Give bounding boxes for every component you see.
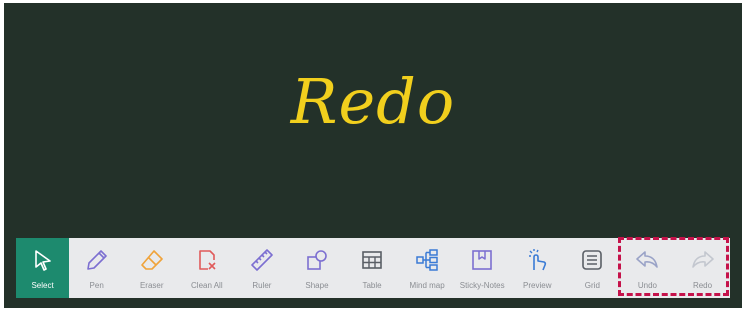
eraser-icon: [140, 250, 163, 270]
tool-label: Redo: [692, 281, 713, 290]
canvas-title: Redo: [290, 65, 456, 138]
tool-label: Mind map: [409, 281, 445, 290]
preview-tool-button[interactable]: Preview: [510, 238, 565, 298]
tool-label: Table: [362, 281, 382, 290]
eraser-tool-button[interactable]: Eraser: [124, 238, 179, 298]
clean-all-tool-button[interactable]: Clean All: [179, 238, 234, 298]
undo-icon: [636, 251, 659, 268]
tool-label: Clean All: [191, 281, 223, 290]
tool-label: Preview: [523, 281, 552, 290]
undo-tool-button[interactable]: Undo: [620, 238, 675, 298]
redo-icon: [691, 251, 714, 268]
pen-icon: [86, 250, 107, 270]
mind-map-icon: [416, 249, 438, 271]
shape-tool-button[interactable]: Shape: [289, 238, 344, 298]
shape-icon: [307, 250, 327, 270]
tool-label: Pen: [89, 281, 104, 290]
preview-icon: [529, 249, 547, 271]
redo-tool-button[interactable]: Redo: [675, 238, 730, 298]
clean-all-icon: [198, 250, 216, 270]
table-icon: [362, 251, 382, 269]
grid-tool-button[interactable]: Grid: [565, 238, 620, 298]
grid-icon: [582, 250, 603, 270]
tool-label: Undo: [637, 281, 657, 290]
tool-label: Eraser: [139, 281, 164, 290]
tool-label: Grid: [584, 281, 600, 290]
mind-map-tool-button[interactable]: Mind map: [400, 238, 455, 298]
select-tool-button[interactable]: Select: [16, 238, 70, 298]
tool-label: Ruler: [252, 281, 272, 290]
tool-label: Select: [31, 281, 54, 290]
table-tool-button[interactable]: Table: [345, 238, 400, 298]
pen-tool-button[interactable]: Pen: [69, 238, 124, 298]
tool-label: Shape: [305, 281, 329, 290]
tool-label: Sticky-Notes: [459, 281, 505, 290]
toolbar: Select Pen Eraser Clean All Ruler Shape: [16, 238, 730, 298]
ruler-tool-button[interactable]: Ruler: [234, 238, 289, 298]
sticky-notes-tool-button[interactable]: Sticky-Notes: [455, 238, 510, 298]
ruler-icon: [251, 249, 273, 271]
sticky-notes-icon: [472, 250, 492, 270]
cursor-icon: [34, 250, 51, 271]
